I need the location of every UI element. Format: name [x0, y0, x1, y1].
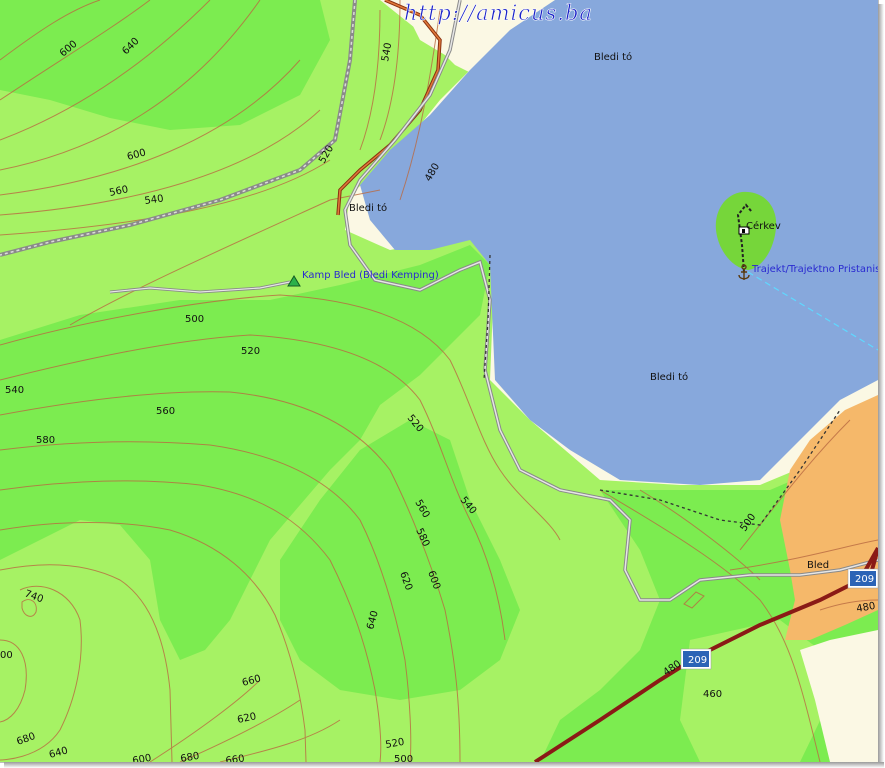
frame-shadow-right: [878, 4, 884, 764]
contour-label: 540: [5, 385, 24, 396]
watermark: http://amicus.ba: [404, 1, 593, 25]
church-poi[interactable]: Cérkev: [738, 220, 781, 235]
contour-label: 560: [156, 406, 175, 417]
contour-label: 580: [36, 435, 55, 446]
town-label[interactable]: Bled: [807, 560, 829, 571]
road-number: 209: [855, 574, 874, 585]
lake-label-west: Bledi tó: [349, 202, 387, 214]
road-shield-209-east: 209: [847, 568, 878, 589]
ferry-label[interactable]: Trajekt/Trajektno Pristanisce: [751, 264, 878, 275]
lake-label-center: Bledi tó: [650, 371, 688, 383]
frame-shadow-bottom: [4, 762, 884, 768]
contour-label: 00: [0, 650, 13, 661]
contour-label: 660: [225, 753, 245, 762]
topographic-map[interactable]: 600 640 600 560 540 540 520 480 500 520 …: [0, 0, 878, 762]
road-shield-209-south: 209: [680, 648, 712, 670]
church-label[interactable]: Cérkev: [746, 220, 781, 232]
contour-label: 500: [185, 314, 204, 325]
camp-label[interactable]: Kamp Bled (Bledi Kemping): [302, 270, 439, 281]
contour-label: 460: [703, 689, 722, 700]
map-view[interactable]: 600 640 600 560 540 540 520 480 500 520 …: [0, 0, 879, 763]
contour-label: 520: [241, 346, 260, 357]
road-number: 209: [688, 655, 707, 666]
contour-label: 500: [394, 754, 413, 762]
lake-label-north: Bledi tó: [594, 51, 632, 63]
